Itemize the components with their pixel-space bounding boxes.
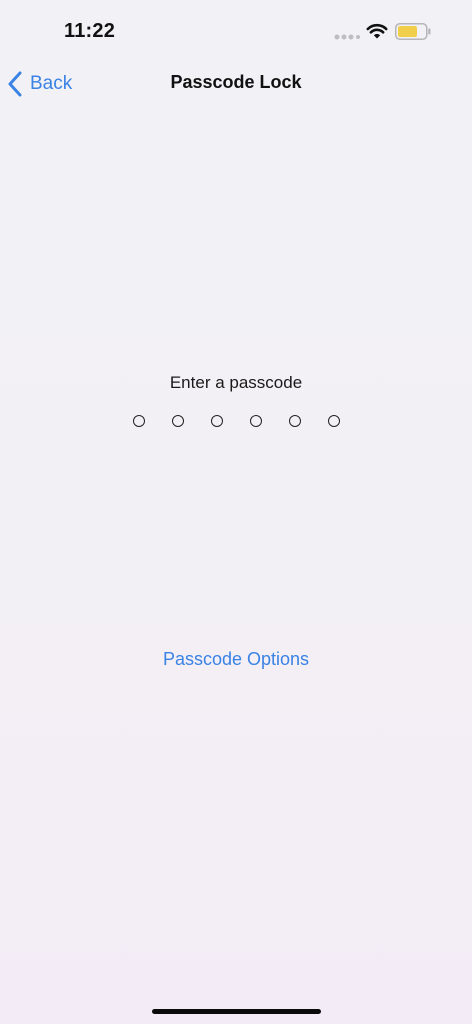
navigation-bar: Back Passcode Lock [0, 62, 472, 106]
page-title: Passcode Lock [170, 72, 302, 92]
passcode-dot [249, 415, 262, 427]
passcode-dot [288, 415, 301, 427]
cellular-signal-icon [334, 34, 360, 40]
passcode-options-button[interactable]: Passcode Options [0, 649, 472, 670]
passcode-dot [171, 415, 184, 427]
passcode-prompt: Enter a passcode [169, 373, 303, 392]
passcode-dot [210, 415, 223, 427]
status-bar: 11:22 [0, 0, 472, 60]
wifi-icon [366, 23, 388, 39]
passcode-dot [132, 415, 145, 427]
passcode-dots[interactable] [0, 415, 472, 427]
status-time: 11:22 [64, 20, 116, 42]
passcode-dot [327, 415, 340, 427]
home-indicator[interactable] [152, 1009, 321, 1014]
battery-icon [395, 23, 431, 40]
